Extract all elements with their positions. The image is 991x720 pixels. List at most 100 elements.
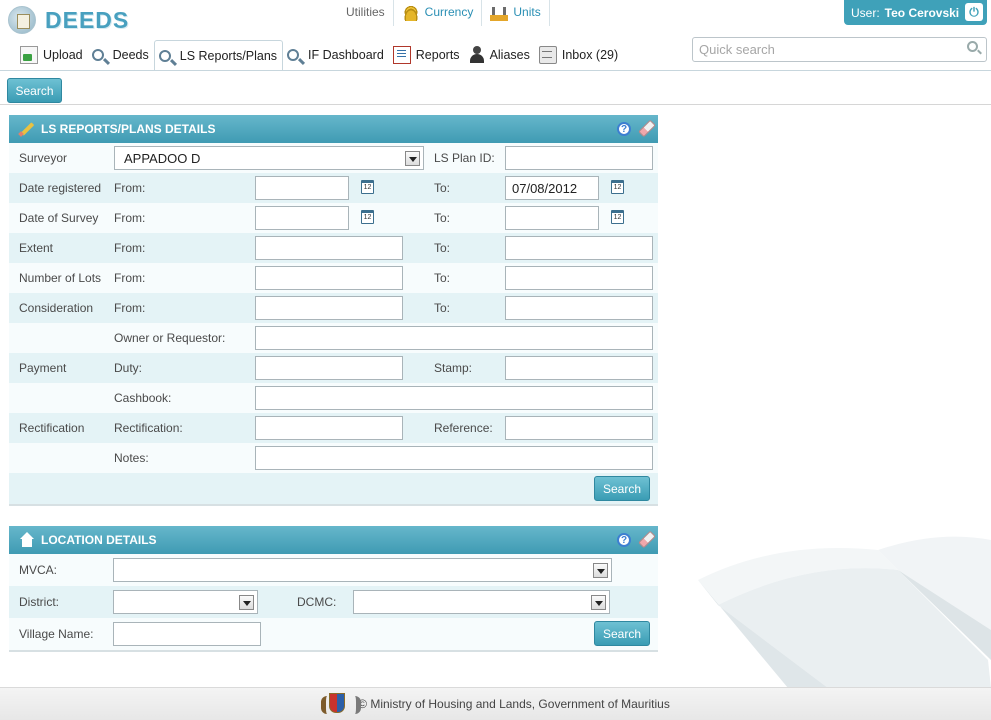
utilities-link[interactable]: Utilities xyxy=(338,0,393,26)
location-panel-header: LOCATION DETAILS ? xyxy=(9,526,658,554)
rectification-label: Rectification xyxy=(19,421,85,435)
surveyor-select[interactable]: APPADOO D xyxy=(114,146,424,170)
date-of-survey-to-field[interactable] xyxy=(505,206,599,230)
user-prefix: User: xyxy=(851,5,880,20)
to-label: To: xyxy=(434,271,451,285)
payment-label: Payment xyxy=(19,361,67,375)
consideration-to-field[interactable] xyxy=(505,296,653,320)
tab-aliases[interactable]: Aliases xyxy=(465,40,535,70)
app-name: DEEDS xyxy=(45,6,130,33)
extent-row: Extent From: To: xyxy=(9,233,658,263)
units-label: Units xyxy=(513,5,541,19)
reference-label: Reference: xyxy=(434,421,493,435)
stamp-field[interactable] xyxy=(505,356,653,380)
house-icon xyxy=(19,532,35,548)
tab-ls-reports-label: LS Reports/Plans xyxy=(179,48,278,63)
surveyor-label: Surveyor xyxy=(19,151,68,165)
location-panel-title: LOCATION DETAILS xyxy=(41,533,157,547)
help-icon[interactable]: ? xyxy=(617,533,631,547)
help-icon[interactable]: ? xyxy=(617,122,631,136)
reports-icon xyxy=(392,46,411,64)
tab-deeds[interactable]: Deeds xyxy=(88,40,154,70)
user-name: Teo Cerovski xyxy=(884,5,960,20)
owner-field[interactable] xyxy=(255,326,653,350)
consideration-label: Consideration xyxy=(19,301,94,315)
currency-link[interactable]: Currency xyxy=(392,0,482,26)
location-search-button[interactable]: Search xyxy=(594,621,650,646)
rectification-field[interactable] xyxy=(255,416,403,440)
plan-id-label: LS Plan ID: xyxy=(434,151,495,165)
calendar-icon[interactable]: 12 xyxy=(361,180,374,194)
reference-field[interactable] xyxy=(505,416,653,440)
power-icon[interactable]: ⏻ xyxy=(965,3,983,21)
units-link[interactable]: Units xyxy=(481,0,550,26)
search-icon xyxy=(287,49,300,61)
tab-if-dashboard[interactable]: IF Dashboard xyxy=(283,40,389,70)
quick-search-input[interactable] xyxy=(692,37,987,62)
search-icon xyxy=(158,49,171,62)
district-select[interactable] xyxy=(113,590,258,614)
date-registered-to-field[interactable] xyxy=(505,176,599,200)
date-registered-from-field[interactable] xyxy=(255,176,349,200)
ls-panel-title: LS REPORTS/PLANS DETAILS xyxy=(41,122,216,136)
district-label: District: xyxy=(19,595,59,609)
book-illustration xyxy=(698,536,991,688)
from-label: From: xyxy=(114,301,146,315)
village-row: Village Name: Search xyxy=(9,618,658,650)
ls-search-button[interactable]: Search xyxy=(594,476,650,501)
tab-inbox[interactable]: Inbox (29) xyxy=(535,40,623,70)
tab-deeds-label: Deeds xyxy=(112,48,149,62)
extent-from-field[interactable] xyxy=(255,236,403,260)
nav-divider xyxy=(0,70,991,71)
to-label: To: xyxy=(434,181,451,195)
eraser-icon[interactable] xyxy=(638,119,656,138)
duty-field[interactable] xyxy=(255,356,403,380)
calendar-icon[interactable]: 12 xyxy=(611,210,624,224)
lots-row: Number of Lots From: To: xyxy=(9,263,658,293)
extent-label: Extent xyxy=(19,241,54,255)
mvca-row: MVCA: xyxy=(9,554,658,586)
to-label: To: xyxy=(434,241,451,255)
plan-id-field[interactable] xyxy=(505,146,653,170)
tab-inbox-label: Inbox (29) xyxy=(561,48,619,62)
app-logo[interactable]: DEEDS xyxy=(8,6,129,34)
tab-ls-reports[interactable]: LS Reports/Plans xyxy=(153,40,284,71)
owner-label: Owner or Requestor: xyxy=(114,331,226,345)
from-label: From: xyxy=(114,241,146,255)
lots-from-field[interactable] xyxy=(255,266,403,290)
upload-icon xyxy=(20,46,38,64)
search-icon[interactable] xyxy=(967,41,978,52)
rectification-row: Rectification Rectification: Reference: xyxy=(9,413,658,443)
toolbar-search-button[interactable]: Search xyxy=(7,78,62,103)
notes-row: Notes: xyxy=(9,443,658,473)
notes-field[interactable] xyxy=(255,446,653,470)
tab-upload-label: Upload xyxy=(43,48,83,62)
calendar-icon[interactable]: 12 xyxy=(611,180,624,194)
eraser-icon[interactable] xyxy=(638,530,656,549)
from-label: From: xyxy=(114,211,146,225)
stamp-label: Stamp: xyxy=(434,361,473,375)
ls-reports-panel: LS REPORTS/PLANS DETAILS ? Surveyor APPA… xyxy=(9,115,658,506)
from-label: From: xyxy=(114,271,146,285)
number-of-lots-label: Number of Lots xyxy=(19,271,102,285)
consideration-from-field[interactable] xyxy=(255,296,403,320)
coins-icon xyxy=(401,5,420,21)
toolbar-divider xyxy=(0,104,991,105)
notes-label: Notes: xyxy=(114,451,149,465)
dcmc-select[interactable] xyxy=(353,590,610,614)
date-of-survey-from-field[interactable] xyxy=(255,206,349,230)
extent-to-field[interactable] xyxy=(505,236,653,260)
mvca-label: MVCA: xyxy=(19,563,58,577)
tab-reports[interactable]: Reports xyxy=(389,40,465,70)
tab-upload[interactable]: Upload xyxy=(16,40,88,70)
tab-aliases-label: Aliases xyxy=(489,48,530,62)
lots-to-field[interactable] xyxy=(505,266,653,290)
mvca-select[interactable] xyxy=(113,558,612,582)
rectification-field-label: Rectification: xyxy=(114,421,183,435)
chevron-down-icon xyxy=(593,563,608,578)
cashbook-field[interactable] xyxy=(255,386,653,410)
village-field[interactable] xyxy=(113,622,261,646)
duty-label: Duty: xyxy=(114,361,143,375)
calendar-icon[interactable]: 12 xyxy=(361,210,374,224)
ruler-icon xyxy=(490,5,509,21)
